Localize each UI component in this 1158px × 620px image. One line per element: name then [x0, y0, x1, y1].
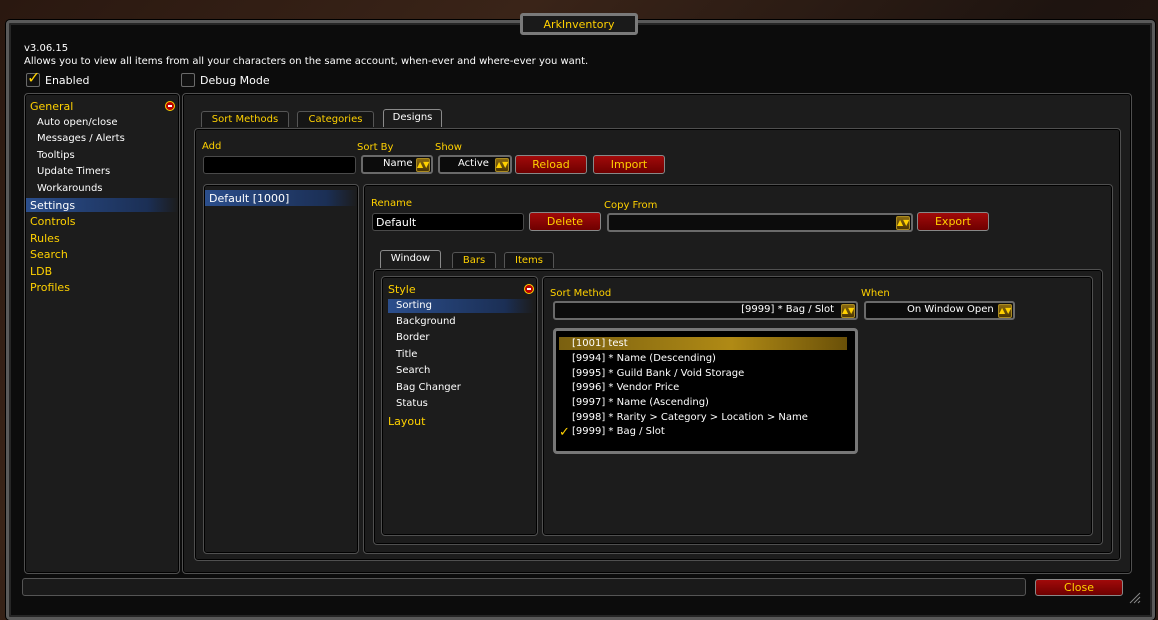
dropdown-option[interactable]: [9997] * Name (Ascending)	[572, 397, 709, 408]
style-item-border[interactable]: Border	[396, 332, 430, 343]
reload-button[interactable]: Reload	[515, 155, 587, 174]
style-item-background[interactable]: Background	[396, 316, 456, 327]
sort-method-label: Sort Method	[550, 288, 612, 299]
nav-sub-workarounds[interactable]: Workarounds	[37, 183, 103, 194]
nav-item-profiles[interactable]: Profiles	[30, 281, 70, 294]
collapse-icon[interactable]	[165, 101, 175, 111]
enabled-checkbox[interactable]: ✓	[26, 68, 41, 87]
title-bar[interactable]: ArkInventory	[520, 13, 638, 35]
nav-item-search[interactable]: Search	[30, 248, 68, 261]
nav-item-ldb[interactable]: LDB	[30, 265, 52, 278]
sort-by-dropdown[interactable]: Name ▲▼	[361, 155, 433, 174]
description-text: Allows you to view all items from all yo…	[24, 56, 589, 67]
nav-sub-update-timers[interactable]: Update Timers	[37, 166, 110, 177]
style-item-title[interactable]: Title	[396, 349, 417, 360]
sort-method-dropdown[interactable]: [9999] * Bag / Slot ▲▼	[553, 301, 858, 320]
copy-from-label: Copy From	[604, 200, 658, 211]
show-dropdown[interactable]: Active ▲▼	[438, 155, 512, 174]
add-input[interactable]	[203, 156, 356, 174]
tab-bars[interactable]: Bars	[452, 252, 496, 268]
nav-item-controls[interactable]: Controls	[30, 215, 76, 228]
list-item[interactable]: Default [1000]	[209, 192, 289, 205]
tab-items[interactable]: Items	[504, 252, 554, 268]
dropdown-arrow-icon[interactable]: ▲▼	[416, 158, 430, 172]
tab-window[interactable]: Window	[380, 250, 441, 268]
resize-grip-icon[interactable]	[1129, 592, 1141, 604]
dropdown-option[interactable]: [9995] * Guild Bank / Void Storage	[572, 368, 744, 379]
delete-button[interactable]: Delete	[529, 212, 601, 231]
style-header[interactable]: Style	[388, 283, 416, 296]
close-button[interactable]: Close	[1035, 579, 1123, 596]
sort-method-value: [9999] * Bag / Slot	[741, 304, 834, 315]
when-value: On Window Open	[907, 304, 994, 315]
dropdown-arrow-icon[interactable]: ▲▼	[998, 304, 1012, 318]
copy-from-dropdown[interactable]: ▲▼	[607, 213, 913, 232]
checkmark-icon: ✓	[559, 425, 570, 440]
style-item-search[interactable]: Search	[396, 365, 430, 376]
sort-by-value: Name	[383, 158, 413, 169]
export-button[interactable]: Export	[917, 212, 989, 231]
when-label: When	[861, 288, 890, 299]
nav-item-rules[interactable]: Rules	[30, 232, 60, 245]
dropdown-option[interactable]: [9998] * Rarity > Category > Location > …	[572, 412, 808, 423]
nav-item-settings[interactable]: Settings	[30, 199, 75, 212]
import-button[interactable]: Import	[593, 155, 665, 174]
rename-input[interactable]: Default	[372, 213, 524, 231]
style-item-bag-changer[interactable]: Bag Changer	[396, 382, 461, 393]
collapse-icon[interactable]	[524, 284, 534, 294]
dropdown-arrow-icon[interactable]: ▲▼	[841, 304, 855, 318]
dropdown-option[interactable]: [1001] test	[572, 338, 628, 349]
dropdown-arrow-icon[interactable]: ▲▼	[896, 216, 910, 230]
status-bar	[22, 578, 1026, 596]
window-title: ArkInventory	[543, 18, 615, 31]
tab-sort-methods[interactable]: Sort Methods	[201, 111, 289, 127]
version-text: v3.06.15	[24, 43, 69, 54]
sort-by-label: Sort By	[357, 142, 394, 153]
tab-categories[interactable]: Categories	[297, 111, 374, 127]
nav-general[interactable]: General	[30, 100, 73, 113]
style-item-status[interactable]: Status	[396, 398, 428, 409]
dropdown-option[interactable]: [9999] * Bag / Slot	[572, 426, 665, 437]
tab-designs[interactable]: Designs	[383, 109, 442, 127]
rename-label: Rename	[371, 198, 413, 209]
show-value: Active	[458, 158, 489, 169]
when-dropdown[interactable]: On Window Open ▲▼	[864, 301, 1015, 320]
style-item-sorting[interactable]: Sorting	[396, 300, 432, 311]
design-list	[203, 184, 359, 554]
add-label: Add	[202, 141, 222, 152]
debug-mode-checkbox[interactable]	[181, 73, 195, 87]
style-layout[interactable]: Layout	[388, 415, 425, 428]
dropdown-option[interactable]: [9996] * Vendor Price	[572, 382, 679, 393]
dropdown-arrow-icon[interactable]: ▲▼	[495, 158, 509, 172]
checkmark-icon: ✓	[27, 68, 41, 87]
nav-sub-auto-open[interactable]: Auto open/close	[37, 117, 117, 128]
nav-sub-messages[interactable]: Messages / Alerts	[37, 133, 125, 144]
nav-sub-tooltips[interactable]: Tooltips	[37, 150, 75, 161]
show-label: Show	[435, 142, 462, 153]
enabled-label: Enabled	[45, 74, 90, 87]
rename-value: Default	[376, 216, 417, 229]
dropdown-option[interactable]: [9994] * Name (Descending)	[572, 353, 716, 364]
debug-mode-label: Debug Mode	[200, 74, 270, 87]
